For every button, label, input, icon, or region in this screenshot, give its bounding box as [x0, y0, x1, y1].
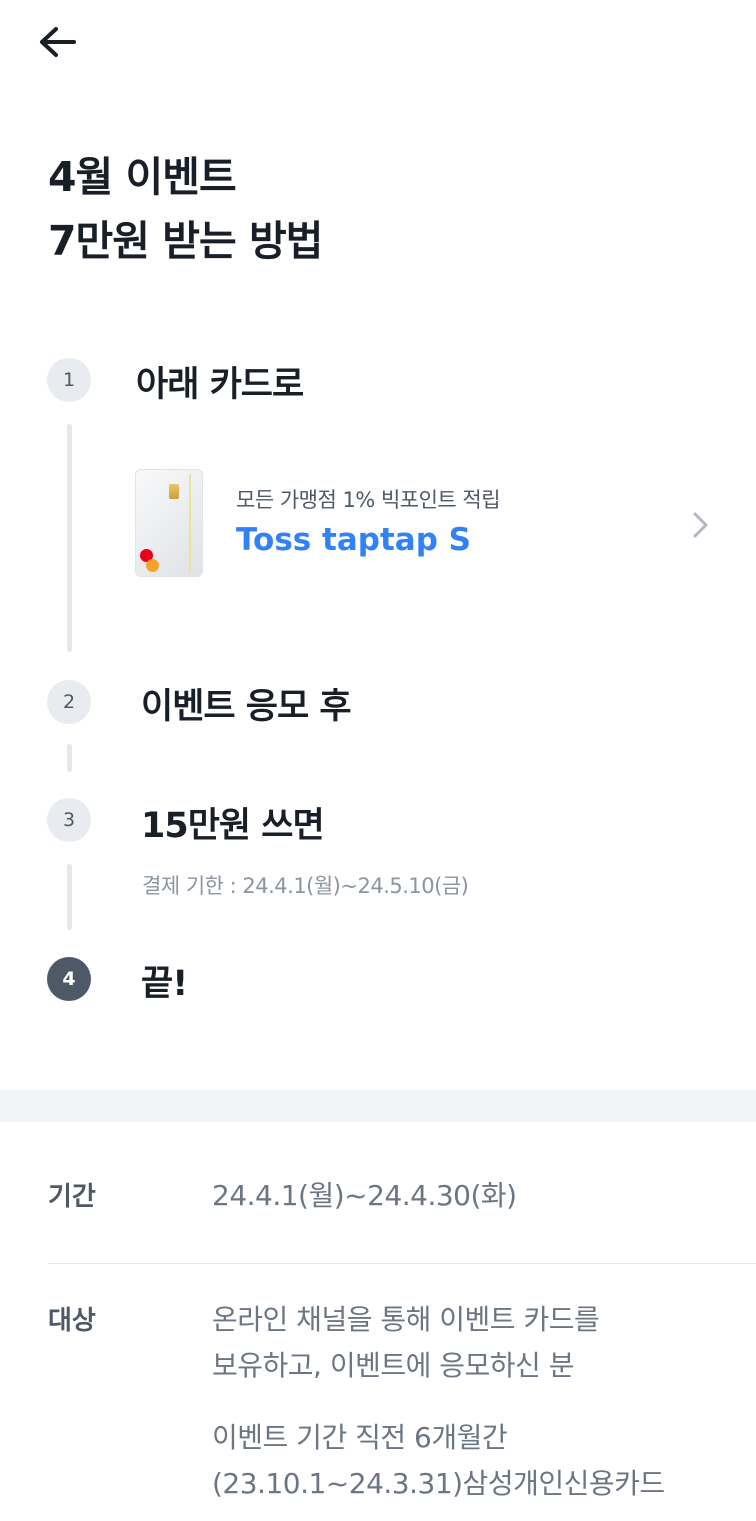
period-value: 24.4.1(월)~24.4.30(화) [212, 1179, 517, 1212]
step-connector [67, 744, 72, 772]
target-line-3: 이벤트 기간 직전 6개월간 [212, 1421, 508, 1454]
card-name: Toss taptap S [236, 522, 471, 558]
step-4-badge: 4 [47, 957, 91, 1001]
target-line-2: 보유하고, 이벤트에 응모하신 분 [212, 1349, 574, 1382]
arrow-left-icon [40, 27, 76, 57]
card-stripe [189, 474, 191, 572]
page-title-line-1: 4월 이벤트 [48, 153, 237, 201]
payment-deadline: 결제 기한 : 24.4.1(월)~24.5.10(금) [142, 874, 469, 898]
event-card-item[interactable]: 모든 가맹점 1% 빅포인트 적립 Toss taptap S [136, 470, 726, 578]
step-3-badge: 3 [47, 798, 91, 842]
info-divider [48, 1263, 756, 1264]
card-image [136, 470, 202, 576]
section-divider [0, 1090, 756, 1122]
step-1-title: 아래 카드로 [136, 365, 304, 405]
step-2-badge: 2 [47, 680, 91, 724]
card-chip [169, 484, 179, 499]
page-title-line-2: 7만원 받는 방법 [48, 217, 323, 265]
step-2-title: 이벤트 응모 후 [141, 687, 352, 727]
mastercard-logo-icon [146, 559, 159, 572]
chevron-right-icon [693, 512, 708, 538]
card-benefit: 모든 가맹점 1% 빅포인트 적립 [236, 488, 501, 512]
target-line-4: (23.10.1~24.3.31)삼성개인신용카드 [212, 1467, 665, 1500]
step-1-badge: 1 [47, 358, 91, 402]
target-label: 대상 [48, 1306, 96, 1336]
step-connector [67, 864, 72, 930]
step-connector [67, 424, 72, 652]
target-line-1: 온라인 채널을 통해 이벤트 카드를 [212, 1303, 600, 1336]
period-label: 기간 [48, 1182, 96, 1212]
page-title: 4월 이벤트 7만원 받는 방법 [48, 145, 323, 273]
step-4-title: 끝! [141, 964, 188, 1004]
back-button[interactable] [34, 22, 78, 62]
step-3-title: 15만원 쓰면 [141, 806, 325, 846]
